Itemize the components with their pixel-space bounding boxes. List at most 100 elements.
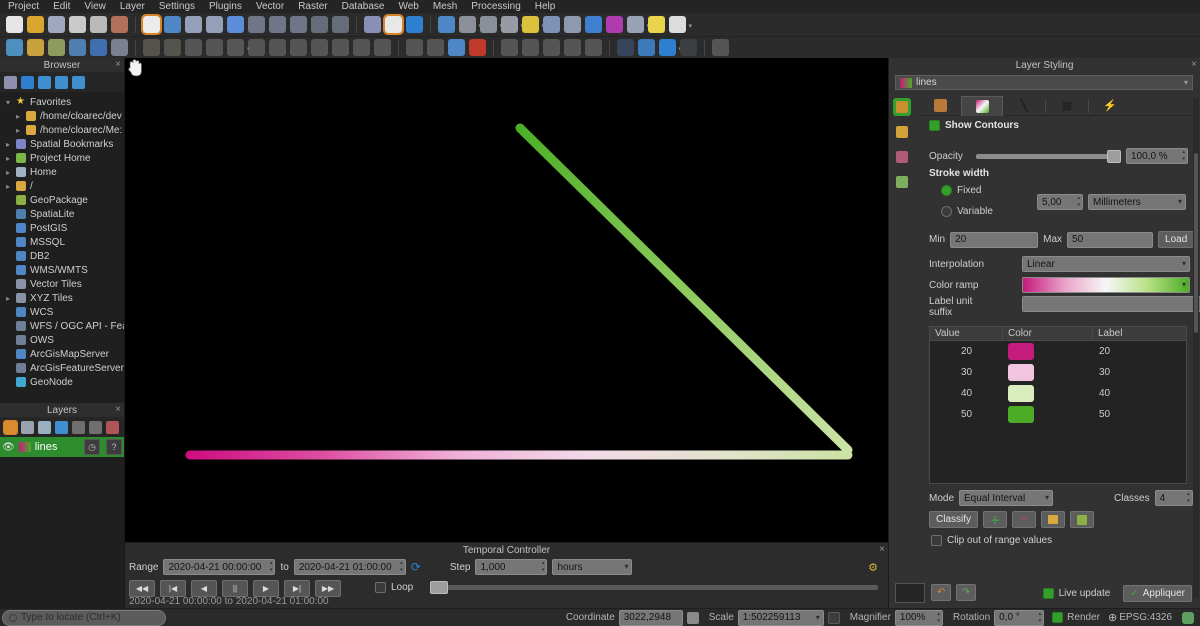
range-end-input[interactable]: 2020-04-21 01:00:00 xyxy=(294,559,406,575)
vertex-tool-icon[interactable]: ▾ xyxy=(227,39,244,56)
menu-mesh[interactable]: Mesh xyxy=(433,1,457,12)
deselect-features-icon[interactable]: ▾ xyxy=(480,16,497,33)
min-input[interactable]: 20 xyxy=(950,232,1038,248)
scale-combo[interactable]: 1:502259113 xyxy=(738,610,824,626)
new-project-icon[interactable] xyxy=(6,16,23,33)
expander-icon[interactable]: ▸ xyxy=(4,294,12,303)
browser-item-postgis[interactable]: PostGIS xyxy=(0,221,124,235)
add-group-icon[interactable] xyxy=(21,421,34,434)
fixed-radio[interactable] xyxy=(941,185,952,196)
menu-help[interactable]: Help xyxy=(535,1,556,12)
new-geopackage-layer-icon[interactable] xyxy=(6,39,23,56)
class-color-chip[interactable] xyxy=(1008,343,1034,360)
digitize-icon[interactable] xyxy=(185,39,202,56)
loop-checkbox[interactable] xyxy=(375,582,386,593)
label-unit-suffix-input[interactable] xyxy=(1022,296,1200,312)
mode-combo[interactable]: Equal Interval xyxy=(959,490,1053,506)
history-tab[interactable] xyxy=(893,173,911,191)
expander-icon[interactable]: ▸ xyxy=(14,112,22,121)
undo-icon[interactable] xyxy=(353,39,370,56)
open-classes-file-button[interactable] xyxy=(1041,511,1065,528)
filter-legend-icon[interactable] xyxy=(55,421,68,434)
temporal-close-icon[interactable]: × xyxy=(879,544,885,555)
mesh-tab[interactable]: ▦ xyxy=(1046,96,1088,116)
select-features-icon[interactable]: ▾ xyxy=(459,16,476,33)
class-row-40[interactable]: 4040 xyxy=(930,383,1186,404)
render-checkbox[interactable] xyxy=(1052,612,1063,623)
fast-forward-button[interactable]: ▶▶ xyxy=(315,580,341,597)
menu-view[interactable]: View xyxy=(84,1,106,12)
class-row-50[interactable]: 5050 xyxy=(930,404,1186,425)
add-class-button[interactable]: ＋ xyxy=(983,511,1007,528)
browser-item--home-cloarec-dev[interactable]: ▸/home/cloarec/dev xyxy=(0,109,124,123)
highlight-pinned-labels-icon[interactable] xyxy=(501,39,518,56)
extents-toggle-icon[interactable] xyxy=(687,612,699,624)
classify-button[interactable]: Classify xyxy=(929,511,978,528)
browser-item-xyz-tiles[interactable]: ▸XYZ Tiles xyxy=(0,291,124,305)
step-back-button[interactable]: ◀ xyxy=(191,580,217,597)
class-row-30[interactable]: 3030 xyxy=(930,362,1186,383)
attribute-table-icon[interactable] xyxy=(543,16,560,33)
temporal-slider-handle[interactable] xyxy=(430,581,448,594)
browser-item-spatial-bookmarks[interactable]: ▸Spatial Bookmarks xyxy=(0,137,124,151)
temporal-settings-gear-icon[interactable]: ⚙ xyxy=(868,561,878,574)
gradient-renderer-tab[interactable] xyxy=(961,96,1003,116)
show-contours-checkbox[interactable] xyxy=(929,120,940,131)
menu-raster[interactable]: Raster xyxy=(298,1,327,12)
rotate-label-icon[interactable] xyxy=(543,39,560,56)
class-row-20[interactable]: 2020 xyxy=(930,341,1186,362)
browser-item-geonode[interactable]: GeoNode xyxy=(0,375,124,389)
new-shapefile-layer-icon[interactable] xyxy=(27,39,44,56)
refresh-range-icon[interactable]: ⟳ xyxy=(411,560,421,574)
cut-features-icon[interactable] xyxy=(290,39,307,56)
menu-plugins[interactable]: Plugins xyxy=(209,1,242,12)
zoom-in-icon[interactable] xyxy=(185,16,202,33)
layer-row-lines[interactable]: 👁 lines ◷ ? xyxy=(0,437,124,457)
manage-map-themes-icon[interactable] xyxy=(38,421,51,434)
messages-icon[interactable] xyxy=(1182,612,1194,624)
styling-layer-combo[interactable]: lines xyxy=(895,75,1193,90)
save-classes-button[interactable] xyxy=(1070,511,1094,528)
expander-icon[interactable]: ▸ xyxy=(4,154,12,163)
tools-tab[interactable] xyxy=(919,96,961,116)
statistics-icon[interactable] xyxy=(606,16,623,33)
browser-item-spatialite[interactable]: SpatiaLite xyxy=(0,207,124,221)
add-record-icon[interactable] xyxy=(206,39,223,56)
effects-tab[interactable]: ⚡ xyxy=(1089,96,1131,116)
redo-icon[interactable] xyxy=(374,39,391,56)
browser-item-db2[interactable]: DB2 xyxy=(0,249,124,263)
value-column-header[interactable]: Value xyxy=(930,327,1003,340)
line-tab[interactable]: ╲ xyxy=(1003,96,1045,116)
zoom-next-icon[interactable] xyxy=(332,16,349,33)
lock-scale-icon[interactable] xyxy=(828,612,840,624)
plugin-manager-icon[interactable] xyxy=(680,39,697,56)
styling-close-icon[interactable]: × xyxy=(1191,59,1197,70)
save-layer-edits-icon[interactable] xyxy=(164,39,181,56)
load-button[interactable]: Load xyxy=(1158,231,1194,248)
skip-start-button[interactable]: |◀ xyxy=(160,580,186,597)
change-label-properties-icon[interactable] xyxy=(585,39,602,56)
class-color-chip[interactable] xyxy=(1008,385,1034,402)
browser-item-mssql[interactable]: MSSQL xyxy=(0,235,124,249)
clip-checkbox[interactable] xyxy=(931,535,942,546)
style-redo-button[interactable]: ↷ xyxy=(956,584,976,601)
color-ramp-combo[interactable] xyxy=(1022,277,1190,293)
pause-button[interactable]: || xyxy=(222,580,248,597)
zoom-full-icon[interactable] xyxy=(227,16,244,33)
copy-features-icon[interactable] xyxy=(311,39,328,56)
apply-button[interactable]: ✓ Appliquer xyxy=(1123,585,1192,602)
expand-all-icon[interactable] xyxy=(89,421,102,434)
collapse-all-icon[interactable] xyxy=(55,76,68,89)
step-unit-combo[interactable]: hours xyxy=(552,559,632,575)
expander-icon[interactable]: ▸ xyxy=(4,140,12,149)
open-layer-styling-icon[interactable] xyxy=(4,421,17,434)
zoom-last-icon[interactable] xyxy=(311,16,328,33)
metasearch-icon[interactable] xyxy=(617,39,634,56)
filter-by-expression-icon[interactable] xyxy=(72,421,85,434)
browser-item-geopackage[interactable]: GeoPackage xyxy=(0,193,124,207)
class-color-chip[interactable] xyxy=(1008,364,1034,381)
expander-icon[interactable]: ▾ xyxy=(4,98,12,107)
symbology-tab[interactable] xyxy=(893,98,911,116)
range-start-input[interactable]: 2020-04-21 00:00:00 xyxy=(163,559,275,575)
expander-icon[interactable]: ▸ xyxy=(4,182,12,191)
